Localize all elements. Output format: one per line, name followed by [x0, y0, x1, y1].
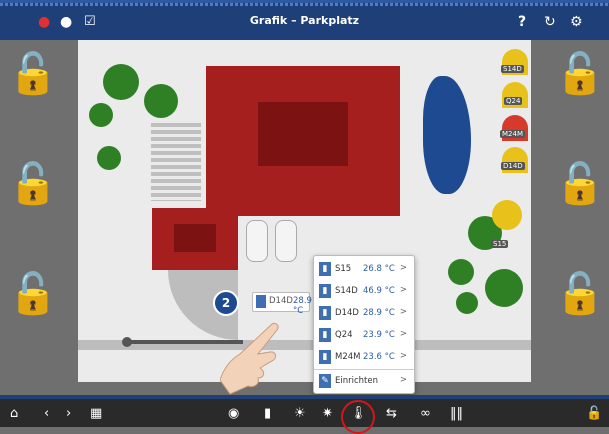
- link-icon[interactable]: ∞: [420, 406, 431, 421]
- wrench-icon: ✎: [319, 374, 331, 388]
- shutter-icon[interactable]: ⇆: [386, 406, 397, 421]
- light-icon[interactable]: ☀: [294, 406, 306, 421]
- tree: [456, 292, 478, 314]
- refresh-icon[interactable]: ↻: [544, 14, 556, 30]
- lock-watermark-icon: 🔓: [555, 51, 605, 97]
- thermometer-icon: ▮: [319, 328, 331, 342]
- chevron-right-icon: >: [399, 375, 407, 385]
- tree: [144, 84, 178, 118]
- sensor-label: Q24: [504, 97, 523, 105]
- sensor-s15[interactable]: [492, 200, 522, 230]
- car: [246, 220, 268, 262]
- stairs: [151, 123, 201, 201]
- lock-watermark-icon: 🔓: [555, 271, 605, 317]
- bottom-toolbar: ⌂ ‹ › ▦ ◉ ▮ ☀ ✷ 🌡 ⇆ ∞ ‖‖ 🔓: [0, 395, 609, 434]
- top-bar-accent: [0, 3, 609, 6]
- tree: [89, 103, 113, 127]
- thermometer-icon: ▮: [319, 350, 331, 364]
- chevron-right-icon: >: [399, 307, 407, 317]
- tree: [97, 146, 121, 170]
- garage-roof[interactable]: [152, 208, 238, 270]
- home-icon[interactable]: ⌂: [10, 406, 18, 421]
- car: [275, 220, 297, 262]
- popup-row-s15[interactable]: ▮ S15 26.8 °C >: [314, 258, 414, 280]
- chevron-right-icon: >: [399, 263, 407, 273]
- popup-row-d14d[interactable]: ▮ D14D 28.9 °C >: [314, 302, 414, 324]
- sensor-label: S15: [491, 240, 509, 248]
- door-icon[interactable]: ▮: [264, 406, 271, 421]
- sensor-label: D14D: [501, 162, 525, 170]
- hand-pointer-icon: [220, 323, 279, 395]
- callout-label: D14D: [269, 296, 293, 306]
- settings-icon[interactable]: ⚙: [570, 14, 583, 30]
- main-building-roof[interactable]: [206, 66, 400, 216]
- sensor-label: S14D: [501, 65, 524, 73]
- pond: [423, 76, 471, 194]
- lock-watermark-icon: 🔓: [555, 161, 605, 207]
- tree: [448, 259, 474, 285]
- sensor-callout[interactable]: D14D 28.9 °C: [252, 292, 312, 316]
- chevron-right-icon: >: [399, 329, 407, 339]
- tree: [485, 269, 523, 307]
- thermometer-icon: ▮: [319, 284, 331, 298]
- lock-icon[interactable]: 🔓: [586, 406, 602, 421]
- popup-row-s14d[interactable]: ▮ S14D 46.9 °C >: [314, 280, 414, 302]
- blinds-icon[interactable]: ‖‖: [450, 406, 463, 421]
- tree: [103, 64, 139, 100]
- lock-watermark-icon: 🔓: [8, 161, 58, 207]
- sensor-label: M24M: [500, 130, 525, 138]
- step-badge: 2: [213, 290, 239, 316]
- thermometer-icon: ▮: [319, 306, 331, 320]
- lock-watermark-icon: 🔓: [8, 271, 58, 317]
- popup-row-m24m[interactable]: ▮ M24M 23.6 °C >: [314, 346, 414, 368]
- chevron-right-icon: >: [399, 351, 407, 361]
- callout-value: 28.9 °C: [293, 296, 312, 316]
- temperature-popup: ▮ S15 26.8 °C > ▮ S14D 46.9 °C > ▮ D14D …: [313, 255, 415, 394]
- thermometer-icon: ▮: [319, 262, 331, 276]
- forward-icon[interactable]: ›: [66, 406, 71, 421]
- back-icon[interactable]: ‹: [44, 406, 49, 421]
- camera-icon[interactable]: ◉: [228, 406, 239, 421]
- popup-row-q24[interactable]: ▮ Q24 23.9 °C >: [314, 324, 414, 346]
- top-bar: ● ● ☑ Grafik – Parkplatz ? ↻ ⚙: [0, 0, 609, 40]
- gate-pivot: [122, 337, 132, 347]
- popup-setup-button[interactable]: ✎ Einrichten >: [314, 370, 414, 392]
- help-icon[interactable]: ?: [518, 14, 526, 30]
- chevron-right-icon: >: [399, 285, 407, 295]
- parking-plan: S14D Q24 M24M D14D S15: [78, 40, 531, 382]
- dimmer-icon[interactable]: ✷: [322, 406, 333, 421]
- grid-icon[interactable]: ▦: [90, 406, 102, 421]
- thermometer-icon: [256, 295, 266, 308]
- lock-watermark-icon: 🔓: [8, 51, 58, 97]
- active-selection-ring: [341, 400, 375, 434]
